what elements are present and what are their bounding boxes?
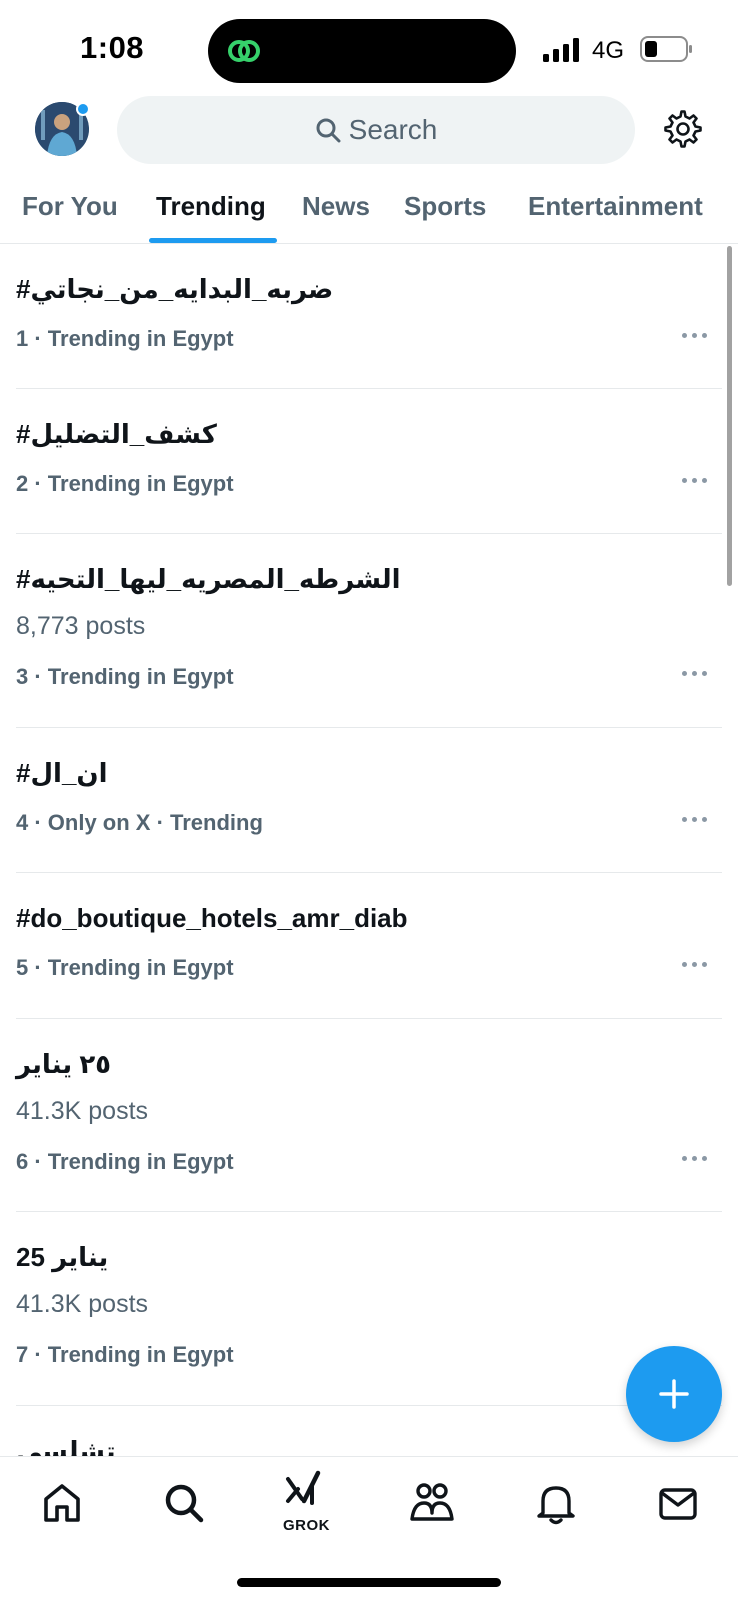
top-header: Search <box>0 96 738 190</box>
search-placeholder: Search <box>348 114 438 145</box>
trend-meta: 4 · Only on X · Trending <box>16 810 263 835</box>
trend-item[interactable]: تشلسي <box>16 1406 722 1458</box>
more-options-icon[interactable] <box>682 960 712 970</box>
trend-title: ٢٥ يناير <box>16 1049 112 1079</box>
search-bar[interactable]: Search <box>117 96 635 164</box>
trend-title: #do_boutique_hotels_amr_diab <box>16 903 408 933</box>
trend-meta: 2 · Trending in Egypt <box>16 471 234 496</box>
signal-icon <box>543 38 579 62</box>
explore-tabs: For You Trending News Sports Entertainme… <box>0 186 738 244</box>
trend-title: #كشف_التضليل <box>16 419 217 449</box>
communities-icon[interactable] <box>408 1479 456 1527</box>
trend-title: #ان_ال <box>16 758 108 788</box>
link-chain-icon <box>228 40 260 62</box>
more-options-icon[interactable] <box>682 669 712 679</box>
trend-title: #ضربه_البدايه_من_نجاتي <box>16 274 334 304</box>
compose-post-button[interactable] <box>626 1346 722 1442</box>
trend-post-count: 8,773 posts <box>16 612 146 640</box>
network-type: 4G <box>592 37 625 64</box>
trend-item[interactable]: ٢٥ يناير 41.3K posts 6 · Trending in Egy… <box>16 1019 722 1212</box>
battery-icon <box>640 36 692 62</box>
trend-post-count: 41.3K posts <box>16 1290 149 1318</box>
home-indicator[interactable] <box>237 1578 501 1587</box>
grok-tab[interactable] <box>284 1469 324 1513</box>
status-time: 1:08 <box>80 30 145 65</box>
trend-post-count: 41.3K posts <box>16 1097 149 1125</box>
messages-mail-icon[interactable] <box>654 1479 702 1527</box>
grok-icon <box>286 1470 321 1505</box>
search-icon <box>316 118 341 143</box>
trend-title: تشلسي <box>16 1436 116 1458</box>
trend-list: #ضربه_البدايه_من_نجاتي 1 · Trending in E… <box>0 244 738 1458</box>
home-icon[interactable] <box>38 1479 86 1527</box>
more-options-icon[interactable] <box>682 1154 712 1164</box>
tab-entertainment[interactable]: Entertainment <box>528 186 703 244</box>
grok-label: GROK <box>283 1517 330 1534</box>
trend-item[interactable]: #الشرطه_المصريه_ليها_التحيه 8,773 posts … <box>16 534 722 728</box>
trend-meta: 6 · Trending in Egypt <box>16 1149 234 1174</box>
more-options-icon[interactable] <box>682 331 712 341</box>
tab-for-you[interactable]: For You <box>22 186 118 244</box>
trend-title: 25 يناير <box>16 1242 109 1272</box>
explore-search-icon[interactable] <box>160 1479 208 1527</box>
settings-gear-icon[interactable] <box>664 110 702 148</box>
status-bar: 1:08 4G <box>0 0 738 96</box>
active-tab-indicator <box>149 238 277 243</box>
dynamic-island <box>208 19 516 83</box>
trend-item[interactable]: #ضربه_البدايه_من_نجاتي 1 · Trending in E… <box>16 244 722 389</box>
trend-item[interactable]: 25 يناير 41.3K posts 7 · Trending in Egy… <box>16 1212 722 1406</box>
trend-meta: 3 · Trending in Egypt <box>16 664 234 689</box>
more-options-icon[interactable] <box>682 815 712 825</box>
trend-meta: 1 · Trending in Egypt <box>16 326 234 351</box>
plus-icon <box>659 1379 689 1409</box>
tab-news[interactable]: News <box>302 186 370 244</box>
more-options-icon[interactable] <box>682 476 712 486</box>
trend-title: #الشرطه_المصريه_ليها_التحيه <box>16 564 401 594</box>
trend-item[interactable]: #do_boutique_hotels_amr_diab 5 · Trendin… <box>16 873 722 1019</box>
notifications-bell-icon[interactable] <box>532 1479 580 1527</box>
trend-meta: 5 · Trending in Egypt <box>16 955 234 980</box>
trend-item[interactable]: #ان_ال 4 · Only on X · Trending <box>16 728 722 873</box>
trend-meta: 7 · Trending in Egypt <box>16 1342 234 1367</box>
tab-trending[interactable]: Trending <box>156 186 266 244</box>
scrollbar[interactable] <box>727 246 732 586</box>
trend-item[interactable]: #كشف_التضليل 2 · Trending in Egypt <box>16 389 722 534</box>
tab-sports[interactable]: Sports <box>404 186 486 244</box>
notification-dot <box>76 102 90 116</box>
